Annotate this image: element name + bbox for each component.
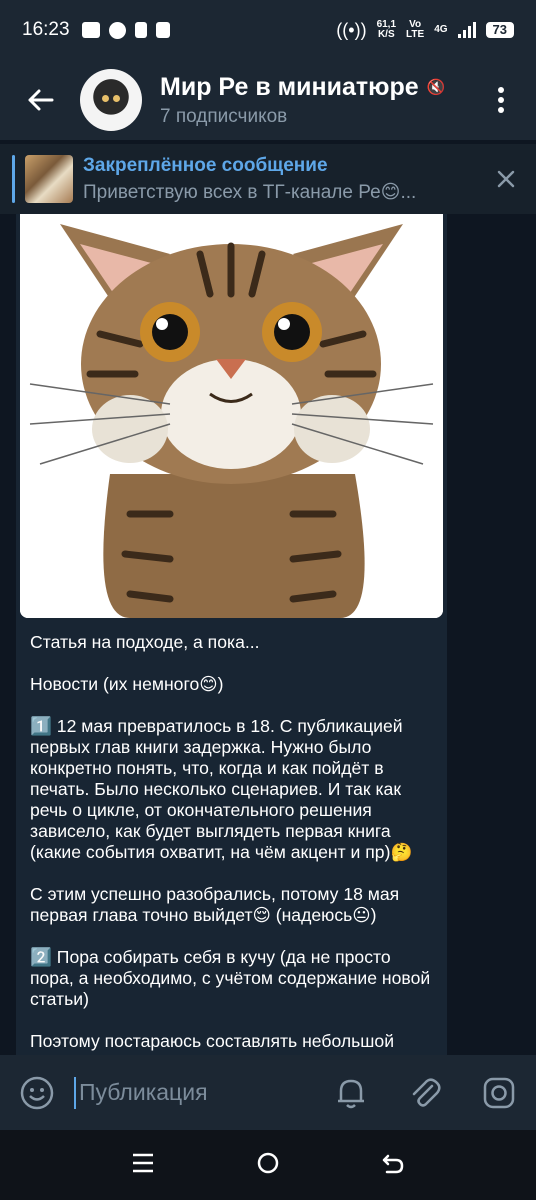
pinned-thumbnail: [25, 155, 73, 203]
message-paragraph: Новости (их немного😊): [30, 674, 224, 694]
system-back-button[interactable]: [381, 1151, 405, 1180]
system-indicators: ((•)) 61,1 K/S Vo LTE 4G 73: [336, 20, 514, 40]
close-pinned-button[interactable]: [476, 162, 536, 196]
notification-toggle-button[interactable]: [314, 1076, 388, 1110]
youtube-icon: [81, 22, 100, 38]
message-text: Статья на подходе, а пока... Новости (их…: [16, 618, 447, 1055]
message-paragraph: Статья на подходе, а пока...: [30, 632, 260, 652]
camera-button[interactable]: [462, 1076, 536, 1110]
more-menu-button[interactable]: [466, 87, 536, 113]
home-button[interactable]: [256, 1151, 280, 1180]
message-paragraph: Поэтому постараюсь составлять небольшой …: [30, 1031, 395, 1055]
dot-icon: [498, 97, 504, 103]
close-icon: [497, 170, 515, 188]
message-paragraph: С этим успешно разобрались, потому 18 ма…: [30, 884, 400, 925]
notification-icons: [81, 21, 170, 39]
volte-indicator: Vo LTE: [406, 20, 424, 40]
camera-icon: [483, 1077, 515, 1108]
back-icon: [383, 1154, 404, 1173]
subscriber-count: 7 подписчиков: [160, 105, 288, 127]
cat-photo[interactable]: [20, 214, 443, 618]
status-bar: 16:23 ((•)) 61,1 K/S Vo LTE 4G 73: [0, 0, 536, 60]
net-speed: 61,1 K/S: [377, 20, 396, 40]
channel-avatar[interactable]: [80, 69, 142, 131]
pinned-indicator: [12, 155, 15, 203]
muted-icon: 🔇: [426, 79, 446, 96]
home-circle-icon: [257, 1152, 279, 1173]
hotspot-icon: ((•)): [336, 20, 367, 40]
sim-icon: [155, 22, 170, 38]
back-arrow-icon: [28, 89, 54, 111]
bell-icon: [338, 1079, 364, 1108]
channel-info[interactable]: Мир Ре в миниатюре 🔇 7 подписчиков: [160, 73, 466, 128]
channel-title: Мир Ре в миниатюре: [160, 72, 419, 101]
pinned-preview: Приветствую всех в ТГ-канале Ре😊...: [83, 181, 417, 203]
menu-icon: [132, 1153, 153, 1172]
dot-icon: [498, 87, 504, 93]
pinned-message-bar[interactable]: Закреплённое сообщение Приветствую всех …: [0, 144, 536, 214]
message-input[interactable]: Публикация: [74, 1076, 314, 1109]
message-bubble[interactable]: Статья на подходе, а пока... Новости (их…: [16, 214, 447, 1055]
recent-apps-button[interactable]: [131, 1152, 155, 1179]
message-input-bar: Публикация: [0, 1055, 536, 1130]
cat-illustration: [20, 214, 443, 618]
dot-icon: [498, 107, 504, 113]
net-speed-unit: K/S: [377, 29, 395, 40]
pinned-text: Закреплённое сообщение Приветствую всех …: [83, 155, 476, 204]
status-time: 16:23: [22, 19, 70, 40]
message-paragraph: 2️⃣ Пора собирать себя в кучу (да не про…: [30, 947, 431, 1009]
network-type: 4G: [434, 24, 448, 35]
chat-icon: [108, 21, 126, 39]
emoji-icon: [20, 1076, 54, 1109]
battery-indicator: 73: [485, 22, 514, 38]
chat-area[interactable]: Статья на подходе, а пока... Новости (их…: [0, 214, 536, 1055]
phone-icon: [134, 22, 147, 38]
attach-button[interactable]: [388, 1076, 462, 1110]
emoji-button[interactable]: [0, 1075, 74, 1111]
paperclip-icon: [412, 1078, 441, 1107]
pinned-label: Закреплённое сообщение: [83, 154, 328, 176]
signal-icon: [457, 22, 476, 38]
back-button[interactable]: [0, 88, 80, 112]
chat-header: Мир Ре в миниатюре 🔇 7 подписчиков: [0, 60, 536, 140]
message-paragraph: 1️⃣ 12 мая превратилось в 18. С публикац…: [30, 716, 413, 862]
system-nav-bar: [0, 1130, 536, 1200]
lte-label: LTE: [406, 29, 425, 40]
